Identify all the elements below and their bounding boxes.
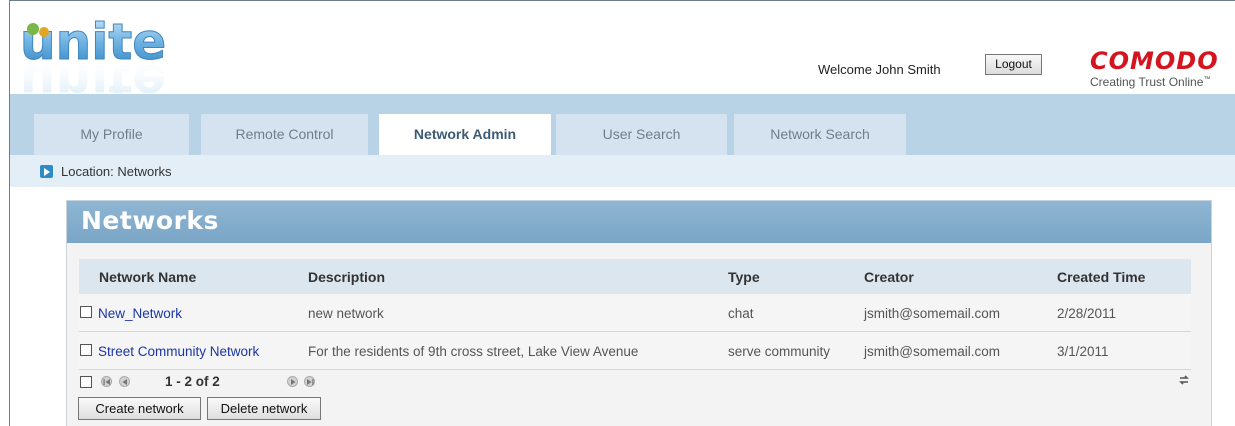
column-header-creator[interactable]: Creator xyxy=(864,269,914,285)
breadcrumb: Location: Networks xyxy=(10,155,1235,187)
network-creator: jsmith@somemail.com xyxy=(864,344,1000,359)
network-description: new network xyxy=(308,306,384,321)
column-header-network-name[interactable]: Network Name xyxy=(99,269,196,285)
refresh-icon[interactable] xyxy=(1177,373,1191,387)
network-name-link[interactable]: Street Community Network xyxy=(98,344,259,359)
tab-user-search[interactable]: User Search xyxy=(556,114,727,155)
first-page-icon[interactable] xyxy=(101,376,112,387)
tab-my-profile[interactable]: My Profile xyxy=(34,114,189,155)
page-range-text: 1 - 2 of 2 xyxy=(165,374,220,389)
brand-tagline: Creating Trust Online™ xyxy=(1090,75,1211,89)
table-row: Street Community Network For the residen… xyxy=(79,332,1191,370)
network-name-link[interactable]: New_Network xyxy=(98,306,182,321)
row-checkbox[interactable] xyxy=(80,344,92,356)
networks-table: Network Name Description Type Creator Cr… xyxy=(79,259,1191,392)
unite-logo: unite unite xyxy=(18,13,188,112)
app-window: unite unite Welcome John Smith Logout CO… xyxy=(9,0,1235,426)
arrow-right-icon xyxy=(40,165,53,178)
page-title: Networks xyxy=(81,206,219,235)
tab-remote-control[interactable]: Remote Control xyxy=(201,114,368,155)
next-page-icon[interactable] xyxy=(287,376,298,387)
tab-network-admin[interactable]: Network Admin xyxy=(379,114,551,155)
network-created-time: 3/1/2011 xyxy=(1057,344,1109,359)
header: unite unite Welcome John Smith Logout CO… xyxy=(10,1,1235,112)
logout-button[interactable]: Logout xyxy=(985,54,1042,75)
networks-panel: Networks Network Name Description Type C… xyxy=(66,200,1212,426)
tab-network-search[interactable]: Network Search xyxy=(734,114,906,155)
column-header-description[interactable]: Description xyxy=(308,269,385,285)
svg-text:unite: unite xyxy=(20,53,166,93)
comodo-logo: COMODO Creating Trust Online™ xyxy=(1090,49,1235,89)
column-header-created-time[interactable]: Created Time xyxy=(1057,269,1145,285)
network-type: serve community xyxy=(728,344,831,359)
brand-name: COMODO xyxy=(1090,47,1219,75)
table-header: Network Name Description Type Creator Cr… xyxy=(79,259,1191,294)
row-checkbox[interactable] xyxy=(80,306,92,318)
create-network-button[interactable]: Create network xyxy=(78,397,201,420)
delete-network-button[interactable]: Delete network xyxy=(207,397,321,420)
previous-page-icon[interactable] xyxy=(119,376,130,387)
pagination-bar: 1 - 2 of 2 xyxy=(79,370,1191,392)
table-row: New_Network new network chat jsmith@some… xyxy=(79,294,1191,332)
select-all-checkbox[interactable] xyxy=(80,376,92,388)
welcome-text: Welcome John Smith xyxy=(818,62,941,77)
tab-bar: My Profile Remote Control Network Admin … xyxy=(10,94,1235,155)
last-page-icon[interactable] xyxy=(304,376,315,387)
network-description: For the residents of 9th cross street, L… xyxy=(308,344,639,359)
network-created-time: 2/28/2011 xyxy=(1057,306,1117,321)
column-header-type[interactable]: Type xyxy=(728,269,760,285)
breadcrumb-text: Location: Networks xyxy=(61,164,172,179)
network-creator: jsmith@somemail.com xyxy=(864,306,1000,321)
network-type: chat xyxy=(728,306,754,321)
panel-title-bar: Networks xyxy=(67,201,1211,243)
